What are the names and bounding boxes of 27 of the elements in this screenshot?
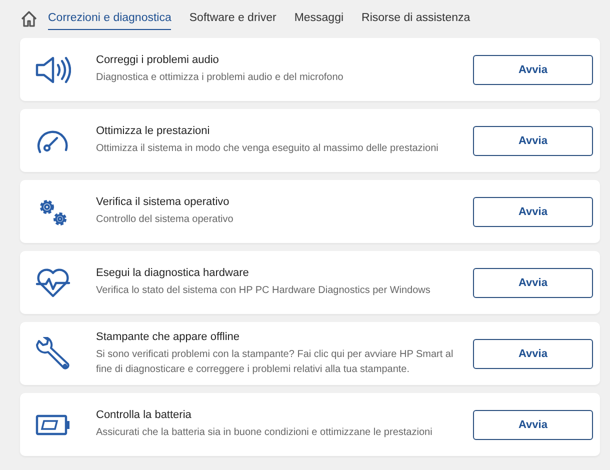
- speaker-icon: [35, 56, 71, 84]
- start-button[interactable]: Avvia: [473, 54, 593, 84]
- start-button[interactable]: Avvia: [473, 338, 593, 368]
- tab[interactable]: Messaggi: [294, 8, 344, 30]
- card-title: Ottimizza le prestazioni: [96, 125, 211, 137]
- card-title: Controlla la batteria: [96, 409, 192, 421]
- card-description: Si sono verificati problemi con la stampante? Fai clic qui per avviare HP Smart al fine di diagnosticare e correggere i problemi relativi alla tua stampante.: [96, 348, 454, 376]
- wrench-icon: [35, 336, 71, 370]
- start-button[interactable]: Avvia: [473, 196, 593, 226]
- start-button[interactable]: Avvia: [473, 268, 593, 298]
- heartbeat-icon: [35, 268, 71, 298]
- start-button[interactable]: Avvia: [473, 410, 593, 440]
- card-title: Stampante che appare offline: [96, 330, 241, 342]
- card-title: Esegui la diagnostica hardware: [96, 267, 250, 279]
- card-description: Diagnostica e ottimizza i problemi audio e del microfono: [96, 71, 344, 85]
- home-icon[interactable]: [20, 10, 38, 28]
- card-description: Controllo del sistema operativo: [96, 213, 234, 227]
- card-description: Assicurati che la batteria sia in buone condizioni e ottimizzane le prestazioni: [96, 426, 434, 440]
- card-title: Correggi i problemi audio: [96, 54, 220, 66]
- card-description: Verifica lo stato del sistema con HP PC Hardware Diagnostics per Windows: [96, 284, 432, 298]
- card-title: Verifica il sistema operativo: [96, 196, 230, 208]
- tab[interactable]: Correzioni e diagnostica: [48, 8, 172, 30]
- tab[interactable]: Software e driver: [189, 8, 276, 30]
- card-description: Ottimizza il sistema in modo che venga eseguito al massimo delle prestazioni: [96, 142, 440, 156]
- start-button[interactable]: Avvia: [473, 126, 593, 156]
- battery-icon: [35, 414, 71, 436]
- tab[interactable]: Risorse di assistenza: [362, 8, 470, 30]
